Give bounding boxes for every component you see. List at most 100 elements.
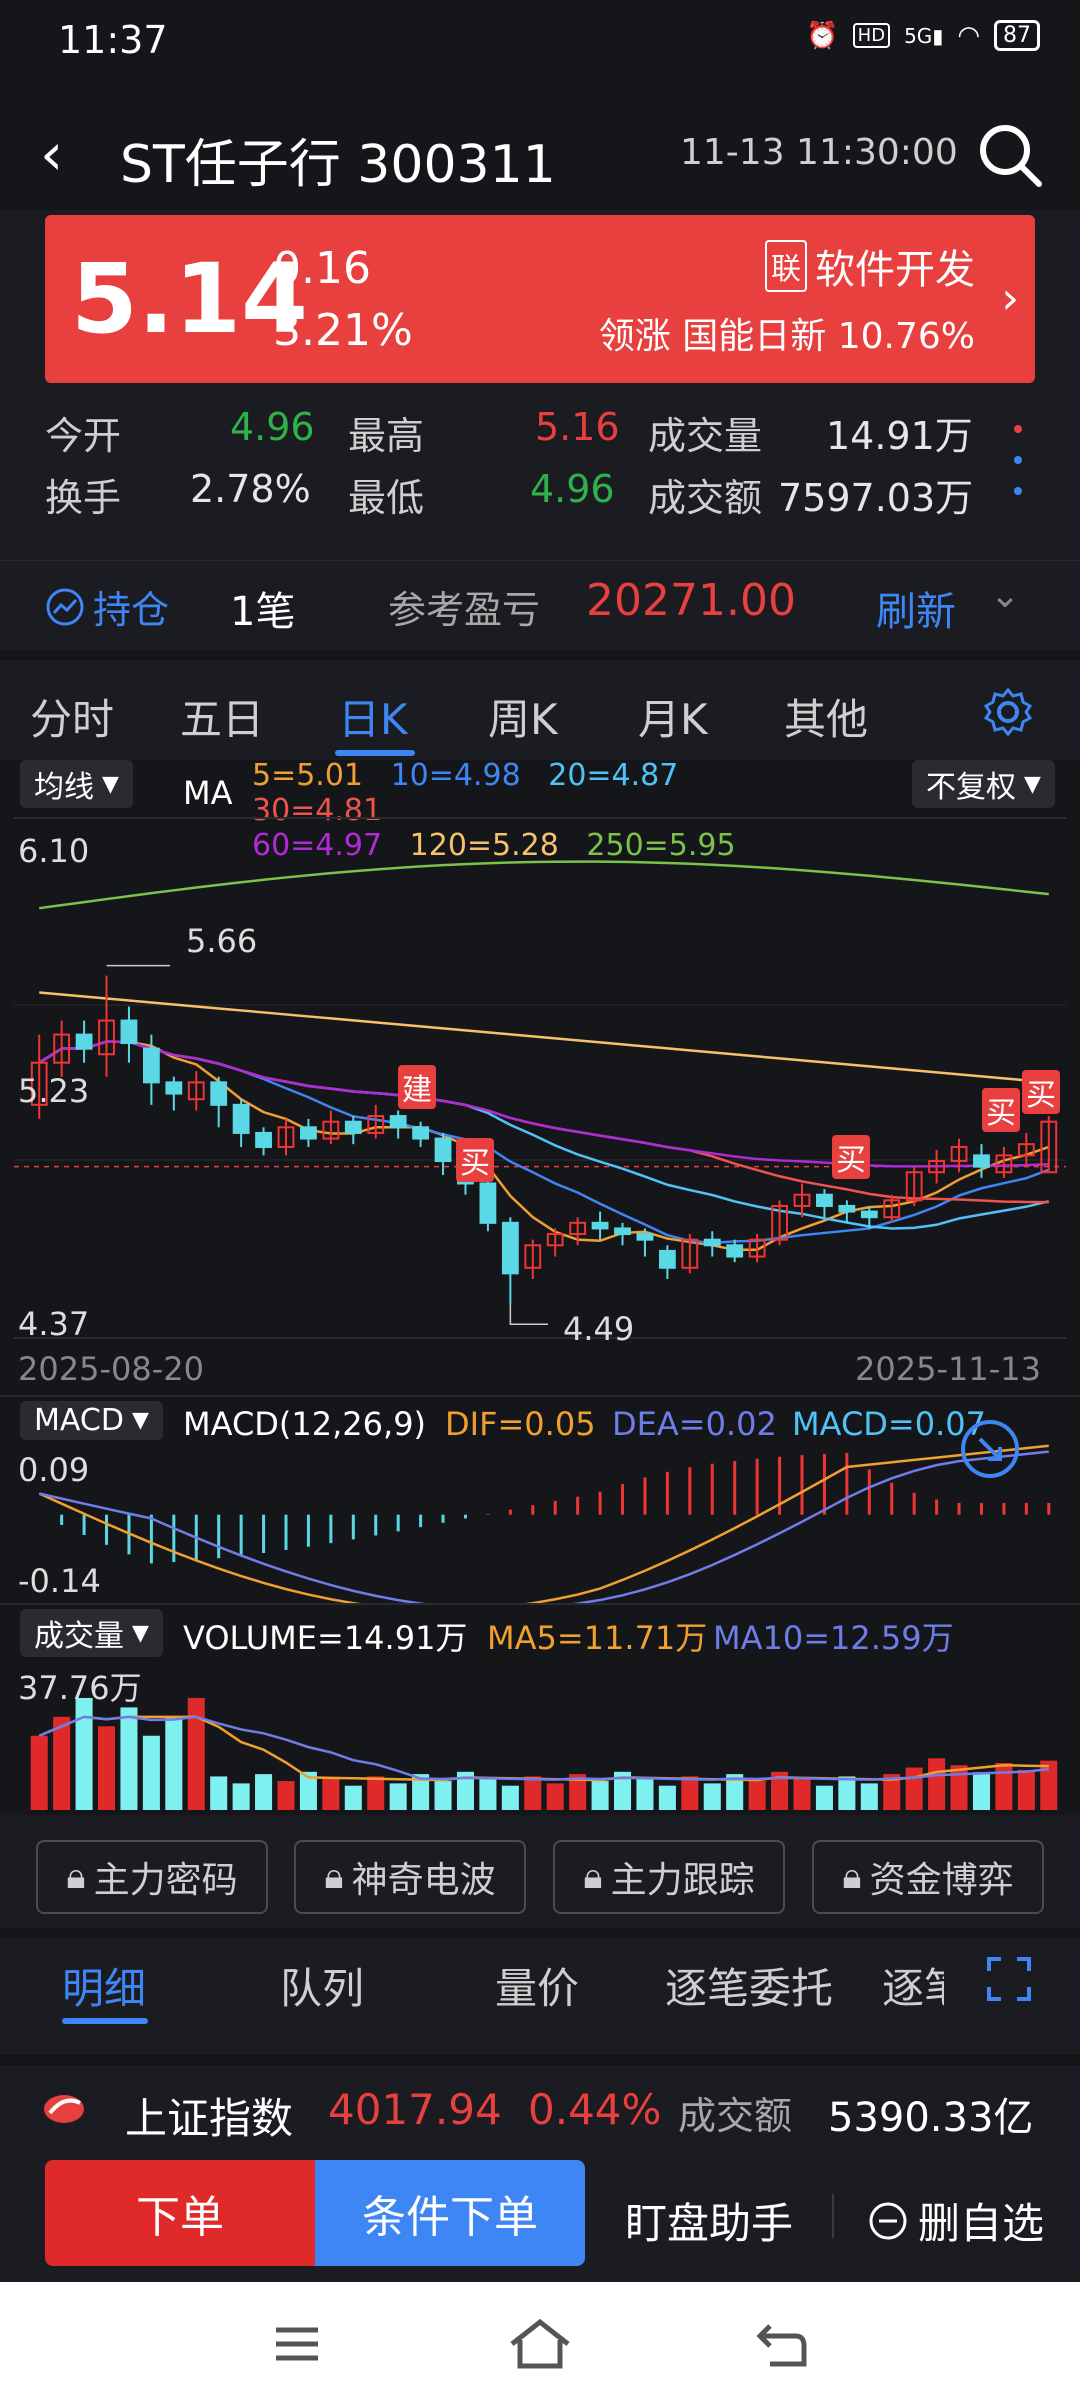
volume-bar — [748, 1781, 766, 1810]
candle-body — [838, 1204, 856, 1213]
y-axis-bottom: 4.37 — [18, 1305, 90, 1343]
home-icon[interactable] — [508, 2318, 572, 2370]
alarm-icon: ⏰ — [806, 20, 839, 51]
candle-body — [344, 1120, 362, 1134]
lead-stock[interactable]: 领涨 国能日新 10.76% — [599, 307, 975, 359]
candle-body — [636, 1233, 654, 1241]
lock-icon: 🔒︎ — [66, 1856, 86, 1897]
expand-arrow-icon[interactable] — [958, 1417, 1022, 1481]
candle-body — [389, 1115, 407, 1129]
tab-intraday[interactable]: 分时 — [30, 686, 114, 747]
tab-five-day[interactable]: 五日 — [180, 686, 264, 747]
tab-daily-k[interactable]: 日K — [338, 686, 408, 747]
volume-bar — [681, 1776, 699, 1810]
candle-body — [165, 1081, 183, 1095]
lock-icon: 🔒︎ — [842, 1856, 862, 1897]
build-mark[interactable]: 建 — [398, 1065, 436, 1109]
holding-count: 1笔 — [230, 589, 296, 635]
low-value: 4.96 — [530, 467, 615, 511]
candle-body — [860, 1210, 878, 1219]
tab-other[interactable]: 其他 — [784, 686, 868, 747]
buy-mark[interactable]: 买 — [1022, 1070, 1060, 1114]
buy-mark[interactable]: 买 — [832, 1135, 870, 1179]
tool-label: 神奇电波 — [351, 1860, 496, 1901]
candle-body — [591, 1221, 609, 1230]
menu-icon[interactable] — [272, 2324, 322, 2364]
volume-bar — [232, 1783, 250, 1810]
page-title: ST任子行 300311 — [120, 135, 556, 195]
chevron-down-icon[interactable]: ⌄ — [990, 575, 1020, 616]
volume-bar — [815, 1785, 833, 1810]
sector-badge: 联 — [765, 240, 807, 292]
macd-chart — [38, 1444, 1051, 1607]
buy-mark[interactable]: 买 — [456, 1138, 494, 1182]
sector-link[interactable]: 联 软件开发 — [765, 237, 975, 295]
tab-queue[interactable]: 队列 — [280, 1955, 364, 2016]
chevron-right-icon[interactable]: › — [1001, 273, 1019, 324]
status-time: 11:37 — [58, 18, 168, 62]
minus-circle-icon — [869, 2202, 907, 2239]
price-change: 0.16 — [273, 243, 371, 294]
tool-main-password[interactable]: 🔒︎ 主力密码 — [36, 1840, 268, 1914]
volume-chart — [30, 1697, 1058, 1810]
macd-panel[interactable]: MACD ▼ MACD(12,26,9) DIF=0.05 DEA=0.02 MA… — [0, 1395, 1080, 1607]
tab-tick-by-tick[interactable]: 逐笔 — [882, 1955, 944, 2016]
volume-bar — [255, 1774, 273, 1810]
index-ticker[interactable]: 上证指数 4017.94 0.44% 成交额 5390.33亿 — [0, 2055, 1080, 2160]
tool-magic-wave[interactable]: 🔒︎ 神奇电波 — [294, 1840, 526, 1914]
index-pct: 0.44% — [528, 2085, 662, 2134]
kline-panel[interactable]: 均线 ▼ MA 5=5.01 10=4.98 20=4.87 30=4.81 60… — [0, 758, 1080, 1400]
candle-body — [658, 1249, 676, 1269]
volume-bar — [703, 1783, 721, 1810]
tab-volume-price[interactable]: 量价 — [495, 1955, 579, 2016]
tab-order-by-order[interactable]: 逐笔委托 — [665, 1955, 833, 2016]
candle-body — [434, 1137, 452, 1163]
volume-bar — [950, 1765, 968, 1810]
settings-gear-icon[interactable] — [982, 686, 1034, 738]
volume-bar — [322, 1778, 340, 1810]
tab-detail[interactable]: 明细 — [62, 1955, 146, 2016]
candle-body — [816, 1193, 833, 1207]
volume-bar — [75, 1697, 93, 1810]
kline-chart — [14, 817, 1066, 1339]
volume-bar — [53, 1716, 71, 1810]
back-icon[interactable]: ‹ — [40, 120, 63, 188]
back-nav-icon[interactable] — [756, 2322, 808, 2368]
max-price-label: 5.66 — [186, 922, 258, 960]
ma120-line — [39, 991, 1049, 1084]
watch-assistant-button[interactable]: 盯盘助手 — [625, 2190, 793, 2251]
tab-weekly-k[interactable]: 周K — [488, 686, 558, 747]
order-button[interactable]: 下单 — [45, 2160, 315, 2266]
refresh-button[interactable]: 刷新 — [876, 579, 956, 637]
volume-bar — [928, 1758, 946, 1810]
volume-bar — [501, 1785, 519, 1810]
volume-panel[interactable]: 成交量 ▼ VOLUME=14.91万 MA5=11.71万 MA10=12.59… — [0, 1603, 1080, 1815]
fullscreen-icon[interactable] — [985, 1955, 1033, 2003]
min-price-label: 4.49 — [563, 1310, 635, 1348]
remove-favorite-button[interactable]: 删自选 — [868, 2190, 1044, 2251]
battery-icon: 87 — [994, 20, 1040, 51]
volume-bar — [1017, 1769, 1035, 1810]
volume-bar — [187, 1697, 205, 1810]
volume-bar — [905, 1767, 923, 1810]
wifi-icon: ◠ — [957, 20, 980, 51]
buy-mark[interactable]: 买 — [982, 1088, 1020, 1132]
candle-body — [614, 1227, 631, 1236]
ma60-line — [38, 1040, 1049, 1168]
volume-bar — [389, 1783, 407, 1810]
tool-main-tracking[interactable]: 🔒︎ 主力跟踪 — [553, 1840, 785, 1914]
conditional-order-button[interactable]: 条件下单 — [315, 2160, 585, 2266]
tab-monthly-k[interactable]: 月K — [638, 686, 708, 747]
volume-bar — [546, 1783, 564, 1810]
more-dots-icon[interactable] — [1008, 425, 1028, 495]
candle-body — [210, 1081, 228, 1106]
detail-tab-indicator — [62, 2018, 148, 2024]
volume-bar — [479, 1778, 497, 1810]
search-icon[interactable] — [975, 120, 1045, 190]
holding-tab[interactable]: 持仓 — [45, 579, 169, 634]
volume-bar — [636, 1778, 654, 1810]
volume-bar — [142, 1735, 160, 1810]
turnover-value: 2.78% — [190, 467, 311, 511]
tool-fund-game[interactable]: 🔒︎ 资金博弈 — [812, 1840, 1044, 1914]
tool-label: 资金博弈 — [869, 1860, 1014, 1901]
